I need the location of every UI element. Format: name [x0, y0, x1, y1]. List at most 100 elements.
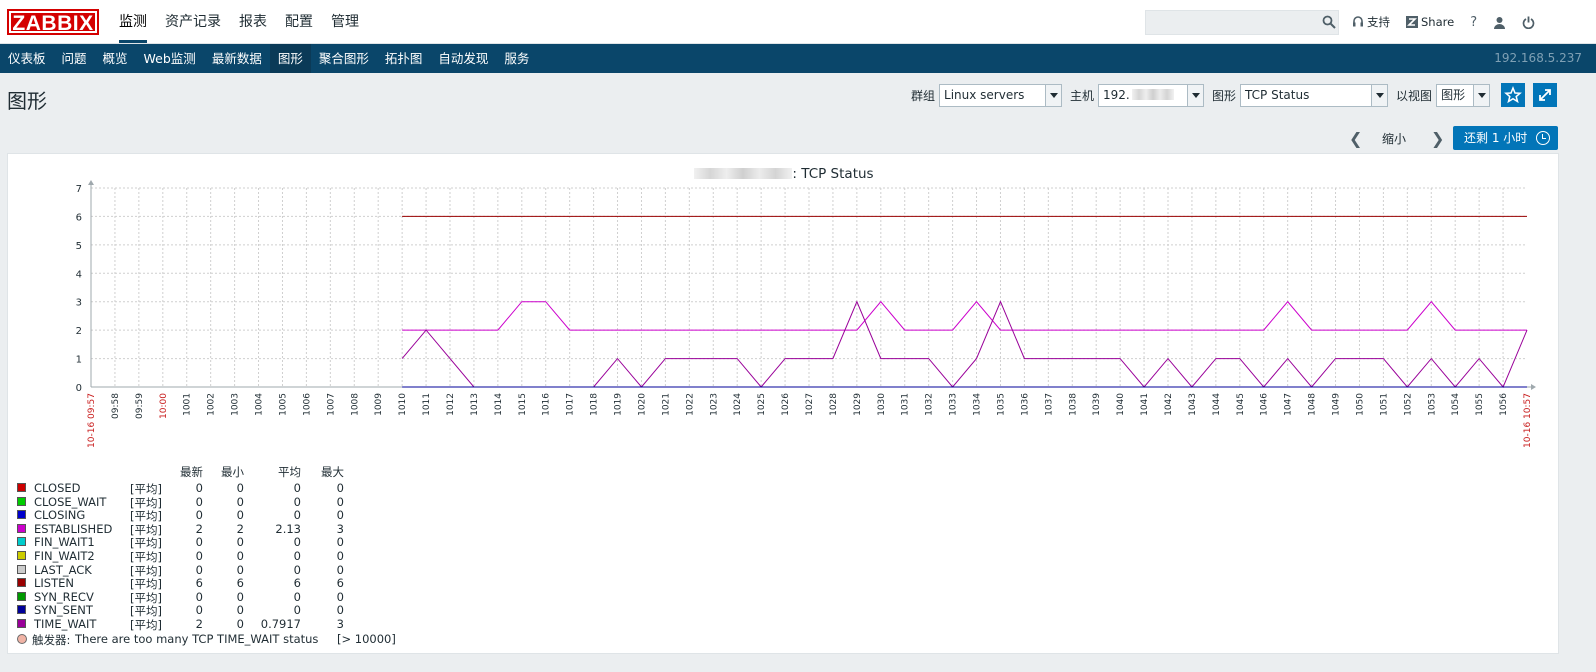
redacted-host	[1131, 88, 1174, 100]
menu-administration[interactable]: 管理	[322, 0, 368, 44]
x-tick-label: 09:59	[135, 393, 145, 419]
submenu-services[interactable]: 服务	[496, 44, 537, 73]
x-tick-label: 1020	[637, 393, 647, 416]
legend-value-max: 0	[336, 535, 344, 550]
legend-value-min: 0	[236, 562, 244, 577]
submenu-maps[interactable]: 拓扑图	[377, 44, 431, 73]
x-tick-label: 1051	[1379, 393, 1389, 416]
group-label: 群组	[911, 88, 936, 103]
legend-color-swatch	[17, 496, 26, 506]
share-link[interactable]: Share	[1406, 15, 1454, 29]
legend-item-name: FIN_WAIT1	[34, 535, 95, 550]
legend-header: 平均	[278, 465, 301, 479]
x-end-label: 10-16 10:57	[1523, 393, 1533, 448]
x-tick-label: 1005	[278, 393, 288, 416]
zabbix-share-icon	[1406, 16, 1418, 28]
group-select-value: Linux servers	[944, 87, 1025, 102]
time-controls: ❮ 缩小 ❯ 还剩 1 小时	[0, 121, 1596, 153]
submenu-screens[interactable]: 聚合图形	[311, 44, 377, 73]
legend-value-min: 0	[236, 617, 244, 631]
submenu-latest-data[interactable]: 最新数据	[204, 44, 270, 73]
graph-panel: 0 1 2 3 4 5 6 7 09:58 09:59 10:00 1001 1002 1003 1004 1…	[7, 153, 1559, 654]
x-tick-label: 1001	[183, 393, 193, 416]
server-ip: 192.168.5.237	[1494, 51, 1582, 65]
legend-value-max: 0	[336, 562, 344, 577]
host-select-value: 192.	[1103, 87, 1130, 102]
submenu-web[interactable]: Web监测	[136, 44, 204, 73]
x-tick-label: 1041	[1140, 393, 1150, 416]
x-tick-label: 1002	[207, 393, 217, 416]
time-range-label: 还剩 1 小时	[1464, 131, 1528, 145]
x-tick-label: 1003	[231, 393, 241, 416]
x-axis-arrow	[1531, 384, 1536, 390]
x-tick-label: 1021	[661, 393, 671, 416]
legend-value-max: 6	[336, 576, 344, 591]
x-tick-label: 1046	[1260, 393, 1270, 416]
tcp-status-chart[interactable]: 0 1 2 3 4 5 6 7 09:58 09:59 10:00 1001 1002 1003 1004 1…	[8, 154, 1560, 464]
x-tick-label: 1022	[685, 393, 695, 416]
x-tick-label: 1024	[733, 393, 743, 416]
graph-select[interactable]: TCP Status	[1240, 83, 1389, 107]
legend-item-name: SYN_RECV	[34, 589, 94, 604]
legend-item-name: LISTEN	[34, 576, 74, 591]
legend-color-swatch	[17, 551, 26, 560]
group-select[interactable]: Linux servers	[939, 83, 1063, 107]
chevron-left-icon[interactable]: ❮	[1349, 129, 1362, 148]
x-tick-label: 1032	[925, 393, 935, 416]
fullscreen-button[interactable]	[1533, 83, 1557, 107]
y-tick-label: 4	[76, 269, 82, 280]
y-tick-label: 5	[76, 241, 82, 252]
support-link[interactable]: 支持	[1352, 14, 1390, 30]
zoom-out-button[interactable]: 缩小	[1382, 130, 1406, 147]
favorite-button[interactable]	[1501, 83, 1525, 107]
sub-menu-bar: 仪表板 问题 概览 Web监测 最新数据 图形 聚合图形 拓扑图 自动发现 服务…	[0, 44, 1596, 73]
zabbix-logo[interactable]: ZABBIX	[7, 9, 99, 35]
submenu-graphs[interactable]: 图形	[269, 44, 311, 73]
submenu-discovery[interactable]: 自动发现	[430, 44, 496, 73]
search-input[interactable]	[1145, 10, 1339, 35]
legend-item-name: CLOSING	[34, 508, 86, 523]
x-tick-label: 1048	[1308, 393, 1318, 416]
legend-header: 最新	[180, 465, 203, 479]
legend-item-name: SYN_SENT	[34, 603, 93, 618]
logout-link[interactable]	[1522, 16, 1535, 29]
legend-value-min: 0	[236, 589, 244, 604]
legend-color-swatch	[17, 605, 26, 615]
graph-title-text: : TCP Status	[792, 166, 874, 182]
menu-configuration[interactable]: 配置	[276, 0, 322, 44]
x-tick-label: 1025	[757, 393, 767, 416]
submenu-overview[interactable]: 概览	[95, 44, 136, 73]
chevron-down-icon	[1045, 84, 1062, 106]
x-tick-label: 1039	[1092, 393, 1102, 416]
legend-header: 最大	[321, 465, 344, 479]
graph-select-value: TCP Status	[1245, 87, 1310, 102]
host-select[interactable]: 192.	[1098, 83, 1205, 107]
submenu-dashboard[interactable]: 仪表板	[0, 44, 54, 73]
page-title: 图形	[7, 89, 47, 113]
legend-color-swatch	[17, 523, 26, 533]
menu-reports[interactable]: 报表	[230, 0, 276, 44]
search-icon[interactable]	[1322, 15, 1336, 29]
profile-link[interactable]	[1493, 16, 1506, 29]
support-label: 支持	[1367, 15, 1390, 29]
legend-value-max: 0	[336, 589, 344, 604]
help-link[interactable]: ?	[1470, 15, 1477, 30]
x-tick-label: 1017	[566, 393, 576, 416]
view-label: 以视图	[1396, 88, 1433, 103]
submenu-problems[interactable]: 问题	[54, 44, 95, 73]
time-range-button[interactable]: 还剩 1 小时	[1453, 126, 1558, 150]
legend-color-swatch	[17, 483, 26, 492]
x-tick-label: 1037	[1044, 393, 1054, 416]
menu-monitoring[interactable]: 监测	[110, 0, 156, 44]
menu-inventory[interactable]: 资产记录	[156, 0, 230, 44]
graph-title: : TCP Status	[8, 166, 1560, 182]
x-tick-label: 09:58	[111, 393, 121, 419]
headset-icon	[1353, 16, 1363, 27]
view-select[interactable]: 图形	[1436, 83, 1491, 107]
help-icon: ?	[1470, 14, 1478, 30]
legend-item-name: TIME_WAIT	[34, 617, 97, 631]
page-header: 图形 群组 Linux servers 主机 192. 图形 TCP Statu…	[0, 73, 1596, 121]
chevron-right-icon[interactable]: ❯	[1431, 129, 1444, 148]
x-tick-label: 1036	[1020, 393, 1030, 416]
x-tick-label: 1038	[1068, 393, 1078, 416]
